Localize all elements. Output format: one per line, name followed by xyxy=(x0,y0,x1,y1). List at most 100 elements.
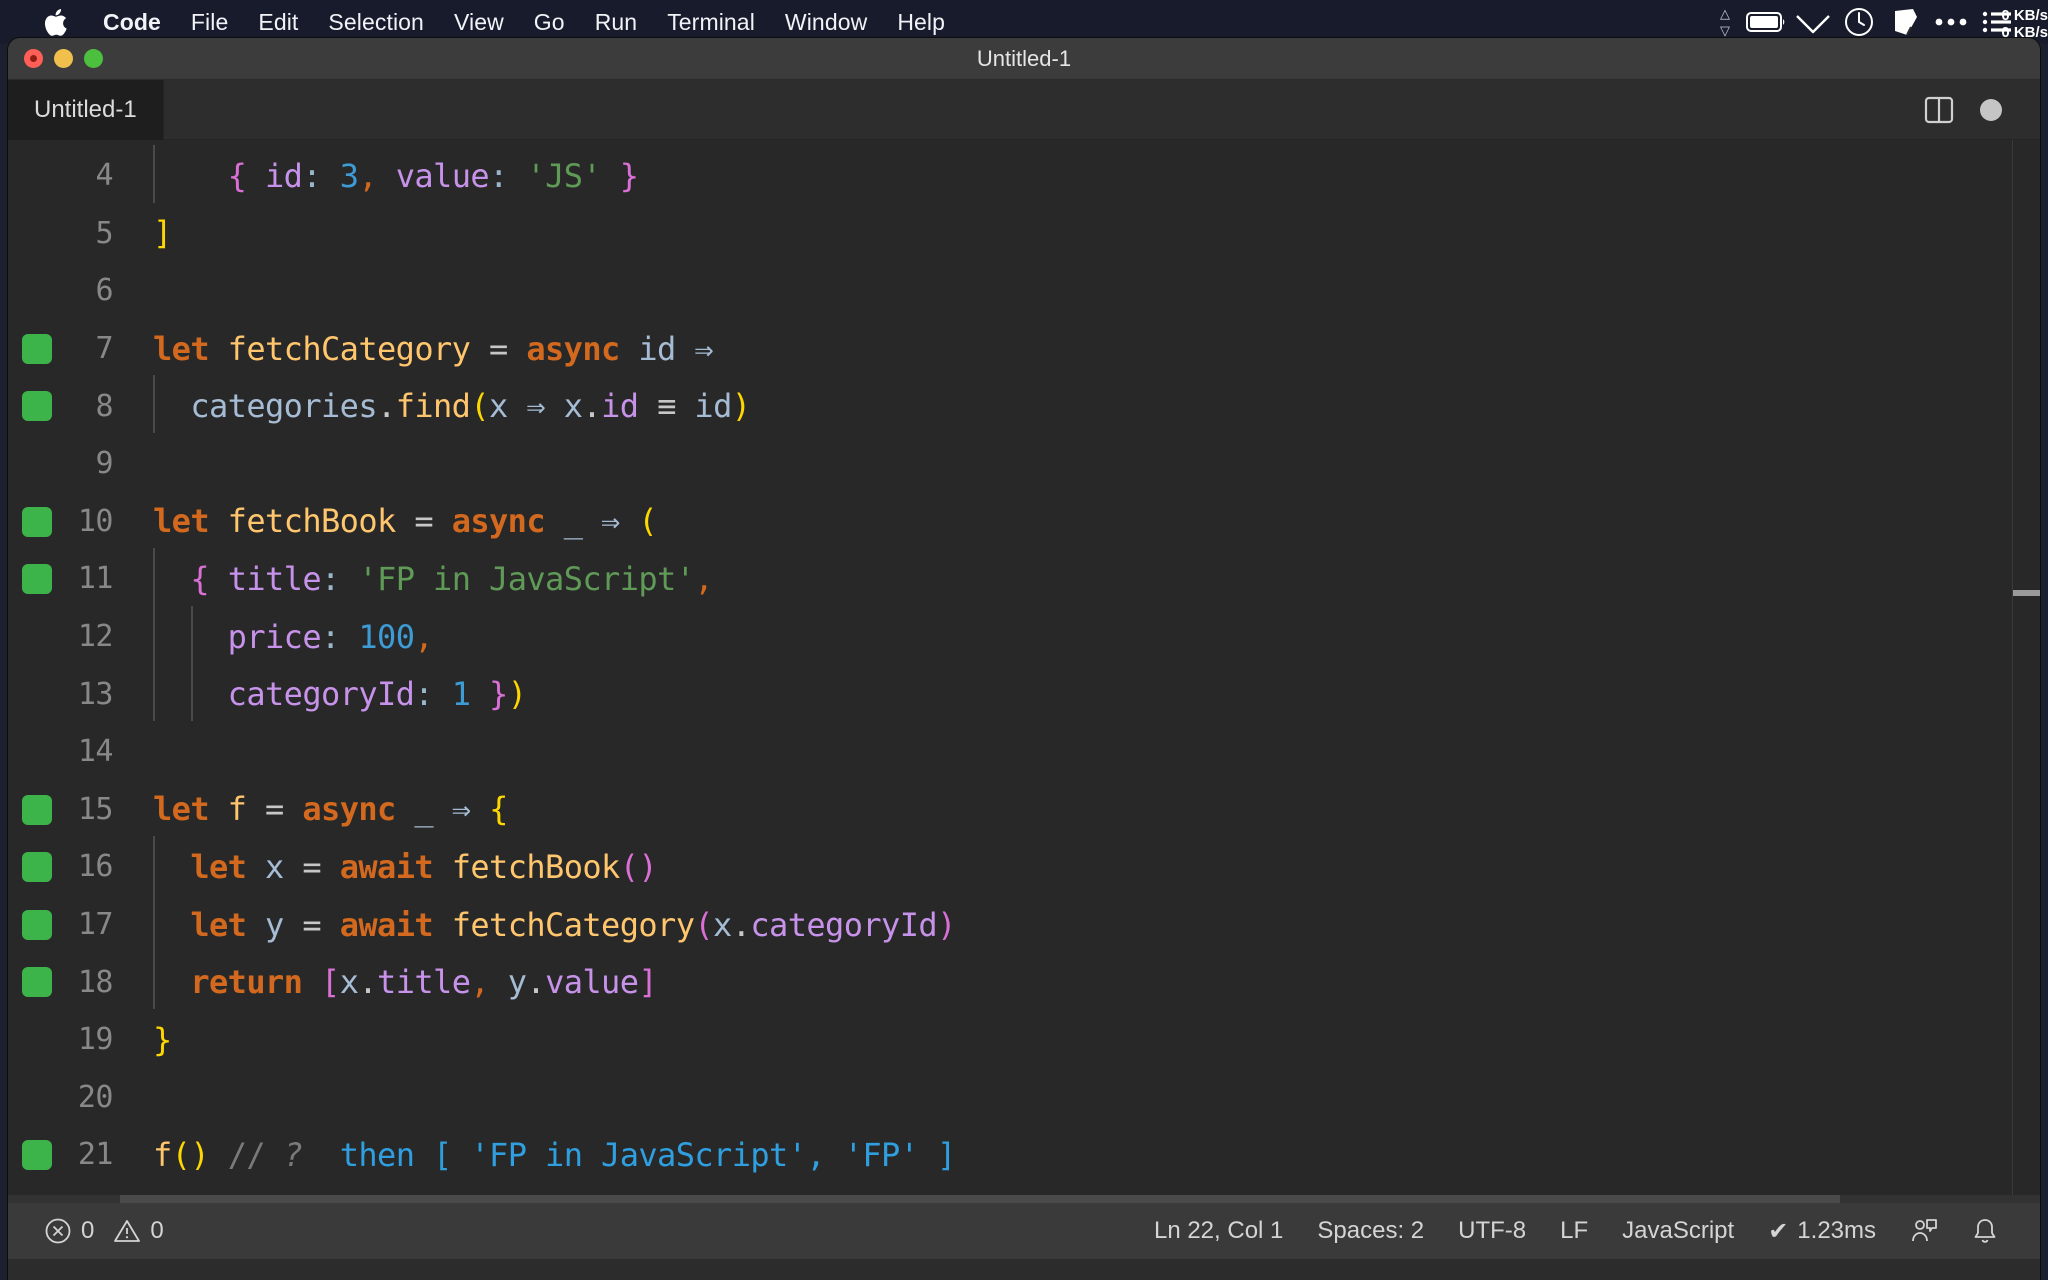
live-run-marker-icon[interactable] xyxy=(22,564,52,595)
editor-line[interactable]: 5] xyxy=(8,205,2040,263)
code-token: price xyxy=(227,617,322,656)
indent-guide xyxy=(153,605,155,664)
line-content: f() // ? then [ 'FP in JavaScript', 'FP'… xyxy=(139,1136,956,1174)
code-token: title xyxy=(377,963,471,1002)
code-token: { xyxy=(190,559,210,598)
live-run-marker-icon[interactable] xyxy=(22,333,52,364)
code-token: let xyxy=(153,502,210,541)
menu-bar-tray: 0 KB/s 0 KB/s △ ▽ xyxy=(1720,5,2048,41)
code-editor[interactable]: 4 { id: 3, value: 'JS' } 5] 6 7 let fetchCat… xyxy=(8,140,2040,1203)
code-token: async xyxy=(302,790,396,829)
editor-line[interactable]: 16 let x = await fetchBook() xyxy=(8,835,2040,896)
editor-line[interactable]: 9 xyxy=(8,435,2040,493)
code-token: 100 xyxy=(358,617,415,656)
feedback-person-icon[interactable] xyxy=(1910,1217,1938,1245)
line-number: 6 xyxy=(95,273,113,309)
editor-line[interactable]: 11 { title: 'FP in JavaScript', xyxy=(8,547,2040,608)
editor-line[interactable]: 19} xyxy=(8,1011,2040,1069)
horizontal-scrollbar-thumb[interactable] xyxy=(120,1195,1840,1203)
editor-line[interactable]: 14 xyxy=(8,723,2040,781)
problems-status[interactable]: 0 0 xyxy=(44,1217,164,1245)
live-run-marker-icon[interactable] xyxy=(22,909,52,940)
code-token: = xyxy=(302,905,322,944)
live-run-marker-icon[interactable] xyxy=(22,1140,52,1171)
code-token: : xyxy=(321,617,340,656)
code-token: x xyxy=(489,387,508,426)
code-token: ⇒ xyxy=(526,387,546,426)
line-content: return [x.title, y.value] xyxy=(139,951,658,1010)
network-speed-indicator[interactable]: 0 KB/s 0 KB/s △ ▽ xyxy=(1720,5,2048,41)
encoding-status[interactable]: UTF-8 xyxy=(1458,1217,1526,1245)
editor-line[interactable]: 10 let fetchBook = async _ ⇒ ( xyxy=(8,493,2040,551)
code-token: y xyxy=(265,905,284,944)
line-number: 9 xyxy=(95,446,113,482)
editor-line[interactable]: 12 price: 100, xyxy=(8,605,2040,666)
cursor-position-status[interactable]: Ln 22, Col 1 xyxy=(1154,1217,1283,1245)
indent-guide xyxy=(153,835,155,894)
overview-ruler-scrollbar[interactable] xyxy=(2012,140,2040,1203)
editor-line[interactable]: 13 categoryId: 1 }) xyxy=(8,663,2040,723)
editor-line[interactable]: 21 f() // ? then [ 'FP in JavaScript', 'F… xyxy=(8,1126,2040,1184)
network-upload-speed: 0 KB/s xyxy=(2001,7,2048,24)
code-token: } xyxy=(153,1020,172,1059)
code-token: id xyxy=(601,387,639,426)
close-button[interactable] xyxy=(24,49,43,68)
code-token: categoryId xyxy=(227,675,415,714)
minimize-button[interactable] xyxy=(54,49,73,68)
live-run-marker-icon[interactable] xyxy=(22,852,52,883)
code-token: { xyxy=(489,790,508,829)
zoom-button[interactable] xyxy=(84,49,103,68)
warning-count: 0 xyxy=(150,1217,164,1244)
code-token: find xyxy=(395,387,471,426)
editor-tab-bar: Untitled-1 xyxy=(8,79,2040,140)
unsaved-dot-icon[interactable] xyxy=(1980,98,2002,121)
code-token: ] xyxy=(153,214,172,253)
language-mode-status[interactable]: JavaScript xyxy=(1622,1217,1734,1245)
live-run-marker-icon[interactable] xyxy=(22,391,52,422)
editor-line[interactable]: 8 categories.find(x ⇒ x.id ≡ id) xyxy=(8,375,2040,435)
indent-guide xyxy=(153,663,155,722)
editor-line[interactable]: 7 let fetchCategory = async id ⇒ xyxy=(8,320,2040,378)
code-token: f xyxy=(153,1135,172,1174)
live-run-marker-icon[interactable] xyxy=(22,967,52,998)
run-time-status[interactable]: ✔ 1.23ms xyxy=(1768,1217,1876,1246)
code-token: // xyxy=(227,1135,266,1174)
code-token: x xyxy=(563,387,583,426)
code-token: . xyxy=(582,387,602,426)
horizontal-scrollbar[interactable] xyxy=(8,1195,2040,1203)
editor-line[interactable]: 17 let y = await fetchCategory(x.categor… xyxy=(8,893,2040,954)
editor-line[interactable]: 6 xyxy=(8,262,2040,320)
live-run-marker-icon[interactable] xyxy=(22,794,52,825)
line-content: let fetchCategory = async id ⇒ xyxy=(139,330,714,368)
tab-untitled-1[interactable]: Untitled-1 xyxy=(8,79,164,140)
run-time-value: 1.23ms xyxy=(1797,1217,1876,1244)
error-circle-icon xyxy=(44,1217,72,1245)
line-content: { title: 'FP in JavaScript', xyxy=(139,547,714,606)
live-run-marker-icon[interactable] xyxy=(22,506,52,537)
eol-status[interactable]: LF xyxy=(1560,1217,1588,1245)
line-number: 20 xyxy=(77,1079,114,1115)
bell-icon[interactable] xyxy=(1972,1217,1998,1245)
split-editor-icon[interactable] xyxy=(1924,95,1954,125)
editor-line[interactable]: 4 { id: 3, value: 'JS' } xyxy=(8,144,2040,205)
code-token: let xyxy=(190,905,247,944)
code-token: : xyxy=(414,675,434,714)
indentation-status[interactable]: Spaces: 2 xyxy=(1317,1217,1424,1245)
indent-guide xyxy=(153,951,155,1010)
editor-line[interactable]: 15 let f = async _ ⇒ { xyxy=(8,781,2040,839)
editor-line[interactable]: 18 return [x.title, y.value] xyxy=(8,951,2040,1011)
editor-line[interactable]: 20 xyxy=(8,1069,2040,1127)
